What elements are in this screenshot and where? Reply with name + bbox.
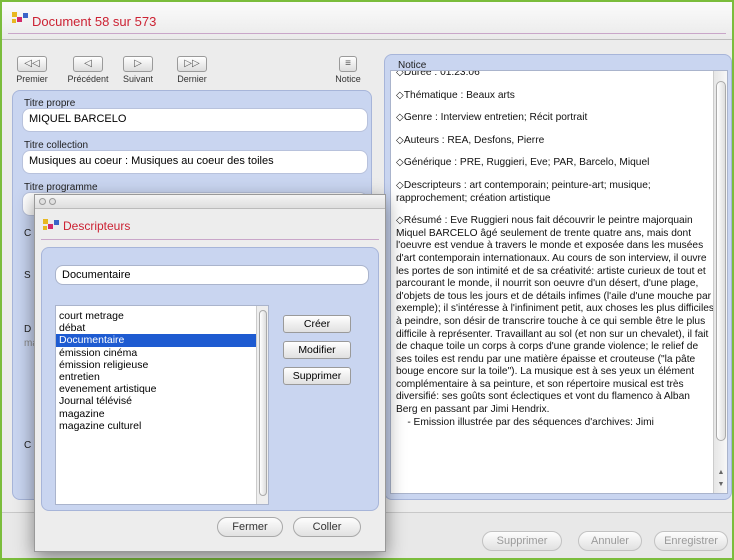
notice-summary: ◇Résumé : Eve Ruggieri nous fait découvr… — [396, 215, 714, 416]
create-button[interactable]: Créer — [283, 315, 351, 333]
descriptor-list-item[interactable]: débat — [56, 322, 268, 334]
notice-button[interactable]: ≡ Notice — [324, 56, 372, 86]
descriptor-list-item[interactable]: émission cinéma — [56, 347, 268, 359]
last-icon: ▷▷ — [177, 56, 207, 72]
dialog-title: Descripteurs — [63, 219, 131, 233]
previous-label: Précédent — [67, 74, 109, 84]
notice-scrollbar[interactable]: ▲ ▼ — [713, 71, 727, 493]
window-title: Document 58 sur 573 — [32, 14, 157, 29]
first-icon: ◁◁ — [17, 56, 47, 72]
partial-label-2: S — [24, 270, 31, 281]
notice-descriptors: ◇Descripteurs : art contemporain; peintu… — [396, 179, 651, 204]
titre-propre-field[interactable]: MIQUEL BARCELO — [22, 108, 368, 132]
modify-button[interactable]: Modifier — [283, 341, 351, 359]
next-icon: ▷ — [123, 56, 153, 72]
dialog-header: Descripteurs — [35, 209, 385, 241]
title-bar: Document 58 sur 573 — [2, 2, 732, 40]
partial-label-4: C — [24, 440, 32, 451]
descriptor-list-item[interactable]: magazine culturel — [56, 420, 268, 432]
scroll-up-icon[interactable]: ▲ — [714, 467, 727, 479]
list-scroll-thumb[interactable] — [259, 310, 267, 496]
partial-label-3: D — [24, 324, 32, 335]
list-scrollbar[interactable] — [256, 306, 268, 504]
titre-collection-field[interactable]: Musiques au coeur : Musiques au coeur de… — [22, 150, 368, 174]
descriptors-dialog: Descripteurs Documentaire court metrage d… — [34, 194, 386, 552]
descriptor-list-items: court metrage débat Documentaire émission c… — [56, 306, 268, 432]
delete-descriptor-button[interactable]: Supprimer — [283, 367, 351, 385]
save-button[interactable]: Enregistrer — [654, 531, 728, 551]
app-logo-icon — [12, 12, 30, 26]
last-button[interactable]: ▷▷ Dernier — [168, 56, 216, 86]
previous-button[interactable]: ◁ Précédent — [64, 56, 112, 86]
notice-credits: ◇Générique : PRE, Ruggieri, Eve; PAR, Ba… — [396, 157, 650, 169]
first-label: Premier — [16, 74, 48, 84]
descriptor-list[interactable]: court metrage débat Documentaire émission c… — [55, 305, 269, 505]
descriptor-list-item[interactable]: court metrage — [56, 310, 268, 322]
next-label: Suivant — [122, 74, 154, 84]
delete-button[interactable]: Supprimer — [482, 531, 562, 551]
close-window-icon[interactable] — [39, 198, 46, 205]
previous-icon: ◁ — [73, 56, 103, 72]
notice-scroll-thumb[interactable] — [716, 81, 726, 441]
first-button[interactable]: ◁◁ Premier — [8, 56, 56, 86]
notice-text: ◇Durée : 01:23:06 ◇Thématique : Beaux ar… — [396, 70, 714, 439]
scroll-down-icon[interactable]: ▼ — [714, 479, 727, 491]
close-button[interactable]: Fermer — [217, 517, 283, 537]
dialog-title-bar[interactable] — [35, 195, 385, 209]
paste-button[interactable]: Coller — [293, 517, 361, 537]
notice-theme: ◇Thématique : Beaux arts — [396, 89, 515, 101]
descriptor-list-item[interactable]: evenement artistique — [56, 383, 268, 395]
descriptor-list-item[interactable]: Documentaire — [56, 334, 268, 347]
partial-label-1: C — [24, 228, 32, 239]
notice-genre: ◇Genre : Interview entretien; Récit port… — [396, 112, 588, 124]
descriptor-list-item[interactable]: Journal télévisé — [56, 395, 268, 407]
last-label: Dernier — [177, 74, 207, 84]
dialog-logo-icon — [43, 219, 61, 233]
notice-icon: ≡ — [339, 56, 357, 72]
notice-button-label: Notice — [335, 74, 361, 84]
notice-textarea[interactable]: ◇Durée : 01:23:06 ◇Thématique : Beaux ar… — [390, 70, 728, 494]
next-button[interactable]: ▷ Suivant — [114, 56, 162, 86]
minimize-window-icon[interactable] — [49, 198, 56, 205]
notice-archive: - Emission illustrée par des séquences d… — [396, 416, 654, 428]
descriptor-list-item[interactable]: magazine — [56, 408, 268, 420]
descriptor-input[interactable]: Documentaire — [55, 265, 369, 285]
descriptor-list-item[interactable]: émission religieuse — [56, 359, 268, 371]
descriptor-list-item[interactable]: entretien — [56, 371, 268, 383]
notice-duration: ◇Durée : 01:23:06 — [396, 70, 480, 78]
notice-authors: ◇Auteurs : REA, Desfons, Pierre — [396, 134, 545, 146]
cancel-button[interactable]: Annuler — [578, 531, 642, 551]
